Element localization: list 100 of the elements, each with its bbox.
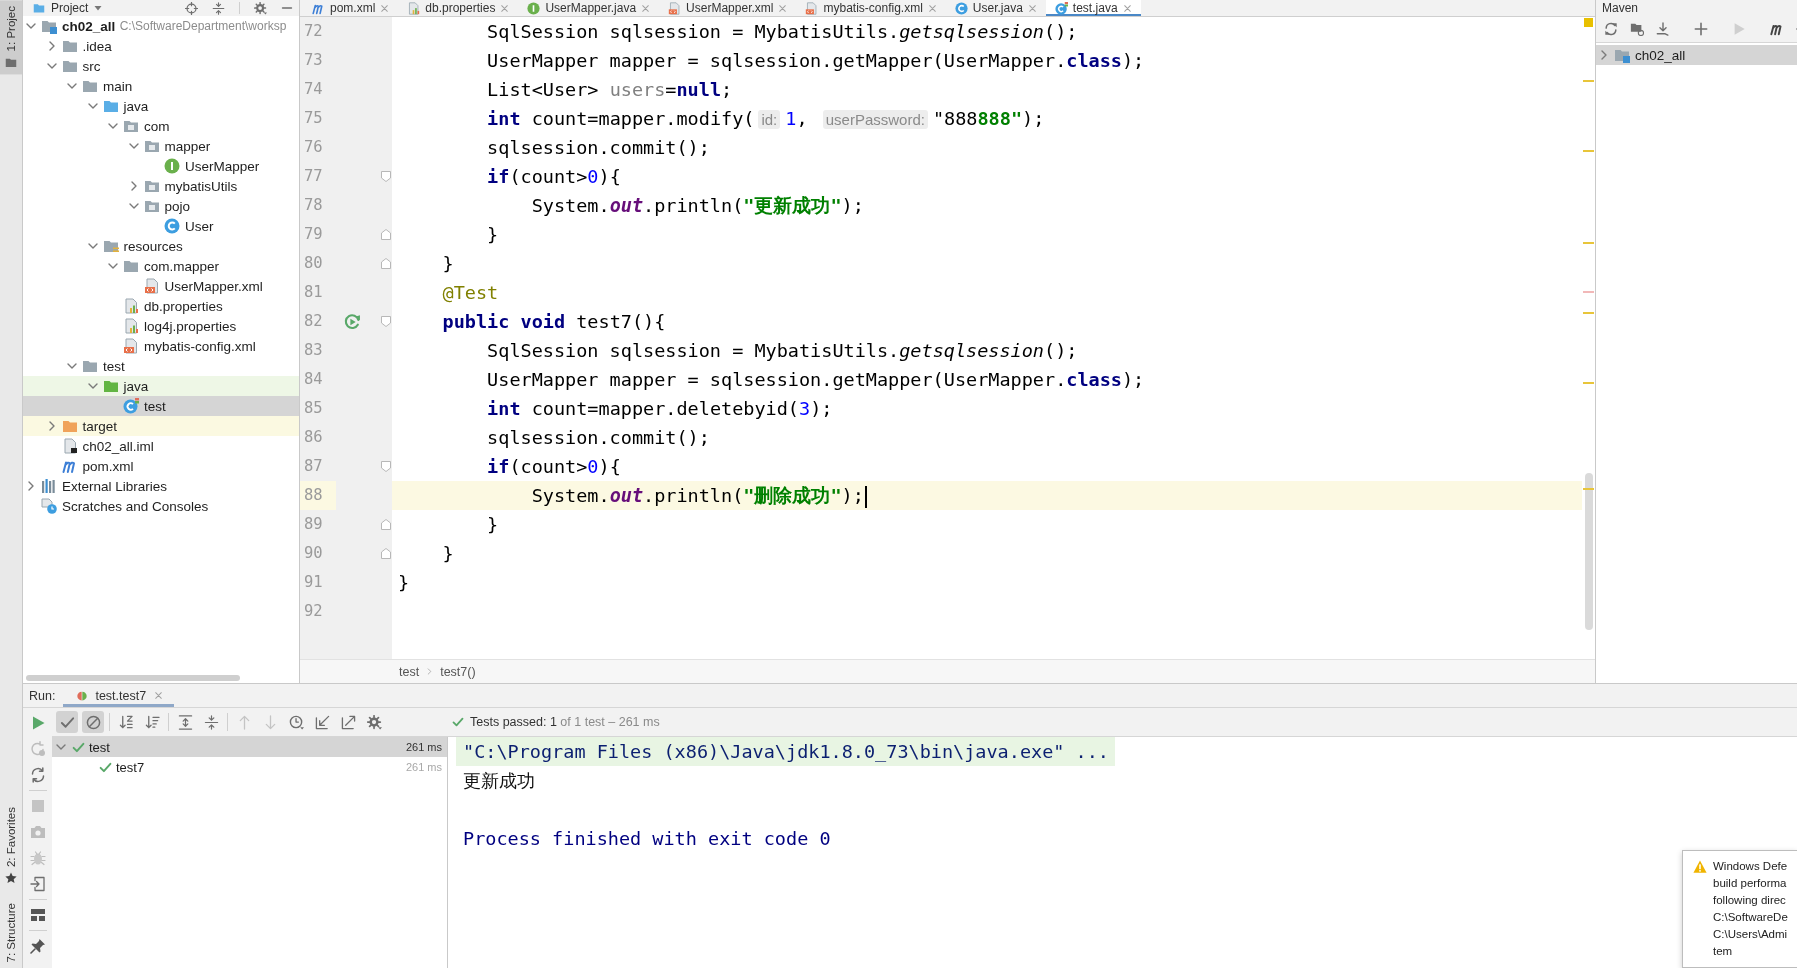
collapse-all-icon[interactable] bbox=[212, 1, 225, 15]
bug-icon[interactable] bbox=[29, 850, 46, 866]
chevron-icon[interactable] bbox=[67, 361, 77, 371]
close-icon[interactable] bbox=[927, 3, 937, 13]
notification-message: Windows Defe build performa following direc C:\SoftwareDe C:\Users\Admi tem bbox=[1713, 859, 1788, 959]
tree-item[interactable]: log4j.properties bbox=[23, 316, 299, 336]
scrollbar-thumb[interactable] bbox=[1585, 473, 1593, 630]
chevron-icon[interactable] bbox=[1599, 50, 1609, 60]
stripe-marker[interactable] bbox=[1583, 488, 1594, 490]
tree-item[interactable]: mapper bbox=[23, 136, 299, 156]
fold-marker-icon[interactable] bbox=[381, 461, 391, 472]
add-icon[interactable] bbox=[1694, 22, 1708, 36]
tree-item[interactable]: UserMapper bbox=[23, 156, 299, 176]
locate-icon[interactable] bbox=[185, 1, 198, 15]
tree-item[interactable]: java bbox=[23, 376, 299, 396]
tree-item[interactable]: test bbox=[23, 396, 299, 416]
tree-item[interactable]: ch02_all C:\SoftwareDepartment\worksp bbox=[23, 16, 299, 36]
maven-goal-icon[interactable] bbox=[1770, 22, 1784, 36]
line-number: 76 bbox=[303, 137, 324, 158]
editor-tab[interactable]: db.properties bbox=[398, 0, 519, 16]
editor-tab[interactable]: pom.xml bbox=[303, 0, 399, 16]
tree-item[interactable]: com bbox=[23, 116, 299, 136]
tree-item[interactable]: mybatisUtils bbox=[23, 176, 299, 196]
breadcrumb[interactable]: test7() bbox=[440, 664, 476, 679]
stripe-marker[interactable] bbox=[1583, 242, 1594, 244]
pin-icon[interactable] bbox=[29, 938, 46, 954]
tree-item[interactable]: src bbox=[23, 56, 299, 76]
reimport-folder-icon[interactable] bbox=[1630, 22, 1644, 36]
tree-item[interactable]: test bbox=[23, 356, 299, 376]
chevron-icon[interactable] bbox=[128, 201, 139, 211]
tree-item[interactable]: main bbox=[23, 76, 299, 96]
chevron-icon[interactable] bbox=[108, 261, 118, 271]
tree-item[interactable]: Scratches and Consoles bbox=[23, 496, 299, 516]
chevron-icon[interactable] bbox=[56, 742, 66, 752]
tool-window-button[interactable]: 7: Structure bbox=[0, 900, 22, 968]
close-icon[interactable] bbox=[778, 3, 788, 13]
chevron-icon[interactable] bbox=[26, 21, 36, 31]
editor-tab[interactable]: UserMapper.java bbox=[518, 0, 660, 16]
test-item[interactable]: test7 261 ms bbox=[52, 757, 447, 777]
stripe-marker[interactable] bbox=[1583, 80, 1594, 82]
show-ignored-toggle[interactable] bbox=[82, 711, 104, 733]
fold-marker-icon[interactable] bbox=[381, 258, 391, 269]
layout-icon[interactable] bbox=[29, 907, 46, 923]
tree-item[interactable]: ch02_all.iml bbox=[23, 436, 299, 456]
chevron-icon[interactable] bbox=[87, 381, 98, 391]
tree-item[interactable]: db.properties bbox=[23, 296, 299, 316]
fold-marker-icon[interactable] bbox=[381, 548, 391, 559]
tree-item[interactable]: pom.xml bbox=[23, 456, 299, 476]
close-icon[interactable] bbox=[1027, 3, 1037, 13]
tree-item[interactable]: com.mapper bbox=[23, 256, 299, 276]
settings-icon[interactable] bbox=[254, 1, 267, 15]
fold-marker-icon[interactable] bbox=[381, 229, 391, 240]
editor-tab[interactable]: test.java bbox=[1045, 0, 1141, 16]
tree-item[interactable]: pojo bbox=[23, 196, 299, 216]
stripe-marker[interactable] bbox=[1583, 382, 1594, 384]
exit-icon[interactable] bbox=[29, 876, 46, 892]
run-test-icon[interactable] bbox=[343, 313, 361, 330]
tree-item[interactable]: java bbox=[23, 96, 299, 116]
refresh-icon[interactable] bbox=[1604, 22, 1618, 36]
test-duration: 261 ms bbox=[405, 741, 442, 753]
tool-window-button[interactable]: 1: Projec bbox=[0, 0, 22, 75]
tree-item[interactable]: .idea bbox=[23, 36, 299, 56]
editor-tab[interactable]: UserMapper.xml bbox=[659, 0, 797, 16]
editor-tab[interactable]: mybatis-config.xml bbox=[796, 0, 946, 16]
fold-marker-icon[interactable] bbox=[381, 519, 391, 530]
scrollbar-thumb[interactable] bbox=[26, 675, 240, 681]
tree-item[interactable]: target bbox=[23, 416, 299, 436]
run-tab[interactable]: test.test7 bbox=[63, 684, 175, 707]
editor-tab[interactable]: User.java bbox=[945, 0, 1046, 16]
stripe-marker[interactable] bbox=[1583, 291, 1594, 293]
tree-item[interactable]: User bbox=[23, 216, 299, 236]
auto-test-icon[interactable] bbox=[29, 767, 46, 783]
tree-item[interactable]: UserMapper.xml bbox=[23, 276, 299, 296]
stripe-marker[interactable] bbox=[1583, 312, 1594, 314]
chevron-icon[interactable] bbox=[108, 121, 118, 131]
chevron-icon[interactable] bbox=[87, 101, 98, 111]
chevron-icon[interactable] bbox=[26, 481, 36, 491]
download-icon[interactable] bbox=[1656, 22, 1670, 36]
chevron-icon[interactable] bbox=[87, 241, 98, 251]
chevron-icon[interactable] bbox=[67, 81, 77, 91]
close-icon[interactable] bbox=[380, 3, 390, 13]
tree-item[interactable]: External Libraries bbox=[23, 476, 299, 496]
test-item[interactable]: test 261 ms bbox=[52, 737, 447, 757]
chevron-icon[interactable] bbox=[46, 61, 57, 71]
fold-marker-icon[interactable] bbox=[381, 171, 391, 182]
fold-marker-icon[interactable] bbox=[381, 316, 391, 327]
close-icon[interactable] bbox=[154, 691, 164, 700]
tool-window-button[interactable]: 2: Favorites bbox=[0, 801, 22, 891]
camera-icon[interactable] bbox=[29, 824, 46, 840]
caret-icon bbox=[94, 4, 103, 12]
breadcrumb[interactable]: test bbox=[399, 664, 420, 679]
show-passed-toggle[interactable] bbox=[56, 711, 78, 733]
close-icon[interactable] bbox=[641, 3, 651, 13]
tree-item[interactable]: ch02_all bbox=[1596, 45, 1797, 65]
tree-item[interactable]: mybatis-config.xml bbox=[23, 336, 299, 356]
chevron-icon[interactable] bbox=[128, 141, 139, 151]
tree-item[interactable]: resources bbox=[23, 236, 299, 256]
close-icon[interactable] bbox=[1122, 3, 1132, 13]
stripe-marker[interactable] bbox=[1583, 150, 1594, 152]
close-icon[interactable] bbox=[500, 3, 510, 13]
